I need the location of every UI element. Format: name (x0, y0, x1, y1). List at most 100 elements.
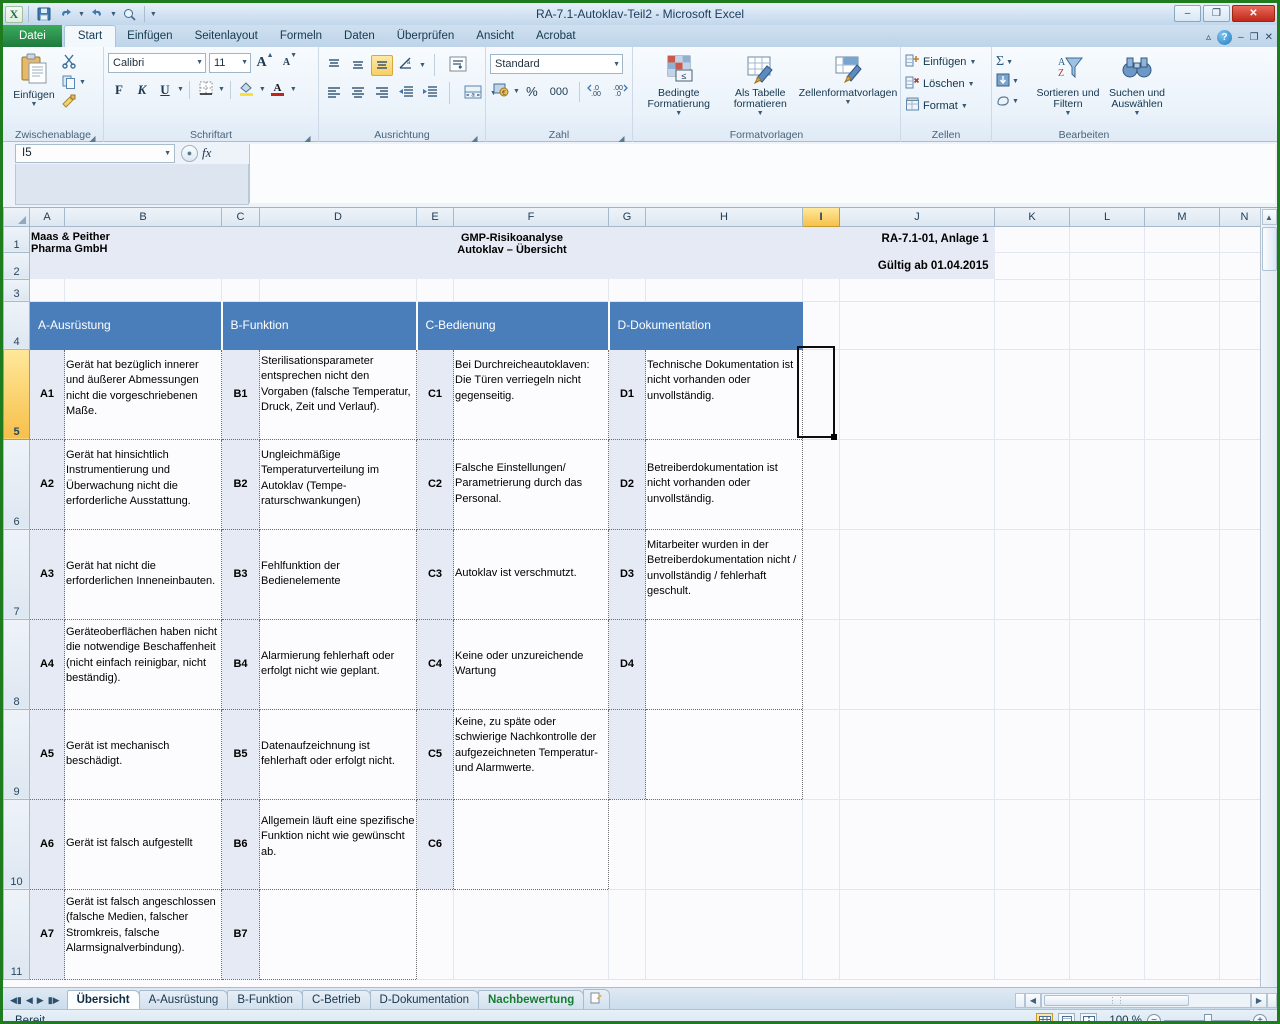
cell-B3[interactable] (65, 279, 222, 301)
cell-A8-code[interactable]: A4 (30, 619, 65, 709)
insert-cells-dropdown-icon[interactable]: ▼ (969, 59, 976, 66)
column-header-k[interactable]: K (995, 208, 1070, 226)
cell-F11[interactable] (454, 889, 609, 979)
align-center-button[interactable] (347, 83, 369, 104)
hscroll-end-handle[interactable] (1267, 993, 1277, 1008)
row-header-2[interactable]: 2 (4, 252, 30, 279)
sheet-tab-a-ausruestung[interactable]: A-Ausrüstung (139, 990, 229, 1009)
cell-F3[interactable] (454, 279, 609, 301)
increase-decimal-button[interactable]: .0.00 (585, 81, 607, 102)
underline-dropdown-icon[interactable]: ▼ (177, 86, 184, 93)
cell-L7[interactable] (1070, 529, 1145, 619)
cell-L1[interactable] (1070, 226, 1145, 252)
cell-L5[interactable] (1070, 349, 1145, 439)
column-header-h[interactable]: H (646, 208, 803, 226)
copy-dropdown-icon[interactable]: ▼ (79, 79, 86, 86)
row-header-1[interactable]: 1 (4, 226, 30, 252)
cell-H8-text[interactable] (646, 619, 803, 709)
cell-E11[interactable] (417, 889, 454, 979)
cell-G10[interactable] (609, 799, 646, 889)
cell-A5-code[interactable]: A1 (30, 349, 65, 439)
clear-dropdown-icon[interactable]: ▼ (1012, 98, 1019, 105)
cell-L10[interactable] (1070, 799, 1145, 889)
font-name-dropdown-icon[interactable]: ▼ (196, 59, 203, 66)
sort-filter-button[interactable]: AZ Sortieren und Filtern ▼ (1034, 52, 1102, 117)
help-icon[interactable]: ? (1217, 30, 1232, 45)
hscroll-right-button[interactable]: ▶ (1251, 993, 1267, 1008)
scroll-up-button[interactable]: ▲ (1262, 209, 1277, 225)
minimize-ribbon-icon[interactable]: ▵ (1206, 32, 1211, 43)
cell-K6[interactable] (995, 439, 1070, 529)
workbook-restore-icon[interactable]: ❐ (1250, 32, 1259, 43)
cell-L2[interactable] (1070, 252, 1145, 279)
cell-B7-text[interactable]: Gerät hat nicht die erforderlichen Innen… (65, 529, 222, 619)
row-header-3[interactable]: 3 (4, 279, 30, 301)
redo-icon[interactable] (88, 5, 107, 24)
cell-G6-code[interactable]: D2 (609, 439, 646, 529)
number-format-select[interactable]: Standard ▼ (490, 54, 623, 74)
cell-B5-text[interactable]: Gerät hat bezüglich innerer und äußerer … (65, 349, 222, 439)
zoom-out-button[interactable]: − (1147, 1014, 1161, 1024)
cell-E7-code[interactable]: C3 (417, 529, 454, 619)
cell-M9[interactable] (1145, 709, 1220, 799)
column-header-m[interactable]: M (1145, 208, 1220, 226)
alignment-dialog-launcher-icon[interactable]: ◢ (470, 132, 479, 141)
cell-H6-text[interactable]: Betreiberdokumentation ist nicht vorhand… (646, 439, 803, 529)
cell-B11-text[interactable]: Gerät ist falsch angeschlossen (falsche … (65, 889, 222, 979)
cell-I6[interactable] (803, 439, 840, 529)
ribbon-tab-ansicht[interactable]: Ansicht (465, 26, 525, 47)
font-color-button[interactable]: A (267, 79, 289, 100)
font-size-dropdown-icon[interactable]: ▼ (241, 59, 248, 66)
column-header-e[interactable]: E (417, 208, 454, 226)
row-header-8[interactable]: 8 (4, 619, 30, 709)
save-icon[interactable] (34, 5, 53, 24)
cell-styles-dropdown-icon[interactable]: ▼ (845, 99, 852, 106)
category-header-c[interactable]: C-Bedienung (417, 301, 609, 349)
cell-E3[interactable] (417, 279, 454, 301)
cell-F6-text[interactable]: Falsche Einstellungen/ Parametrierung du… (454, 439, 609, 529)
formula-input[interactable] (249, 144, 1275, 203)
normal-view-icon[interactable] (1036, 1013, 1053, 1024)
cell-D11-text[interactable] (260, 889, 417, 979)
format-as-table-dropdown-icon[interactable]: ▼ (757, 110, 764, 117)
currency-button[interactable]: € (490, 81, 512, 102)
cell-I9[interactable] (803, 709, 840, 799)
hscroll-left-button[interactable]: ◀ (1025, 993, 1041, 1008)
cell-K8[interactable] (995, 619, 1070, 709)
number-format-dropdown-icon[interactable]: ▼ (613, 61, 620, 68)
cell-F7-text[interactable]: Autoklav ist verschmutzt. (454, 529, 609, 619)
align-middle-button[interactable] (347, 55, 369, 76)
font-size-input[interactable]: 11 ▼ (209, 53, 251, 73)
cell-G11[interactable] (609, 889, 646, 979)
cell-J9[interactable] (840, 709, 995, 799)
cell-K5[interactable] (995, 349, 1070, 439)
merge-center-button[interactable]: a (458, 83, 488, 104)
cell-A6-code[interactable]: A2 (30, 439, 65, 529)
cell-D9-text[interactable]: Datenaufzeichnung ist fehlerhaft oder er… (260, 709, 417, 799)
cell-I7[interactable] (803, 529, 840, 619)
hscroll-track[interactable]: ⋮⋮ (1041, 993, 1251, 1008)
row-header-4[interactable]: 4 (4, 301, 30, 349)
cell-C6-code[interactable]: B2 (222, 439, 260, 529)
bold-button[interactable]: F (108, 79, 130, 100)
cell-L8[interactable] (1070, 619, 1145, 709)
cell-I10[interactable] (803, 799, 840, 889)
page-layout-icon[interactable] (1058, 1013, 1075, 1024)
ribbon-tab-formeln[interactable]: Formeln (269, 26, 333, 47)
cell-C10-code[interactable]: B6 (222, 799, 260, 889)
first-sheet-icon[interactable]: ◀▮ (10, 995, 22, 1006)
ribbon-tab-acrobat[interactable]: Acrobat (525, 26, 587, 47)
row-header-11[interactable]: 11 (4, 889, 30, 979)
cell-styles-button[interactable]: Zellenformatvorlagen ▼ (800, 52, 896, 106)
sheet-tab-d-dokumentation[interactable]: D-Dokumentation (370, 990, 479, 1009)
print-preview-icon[interactable] (120, 5, 139, 24)
sheet-tab-uebersicht[interactable]: Übersicht (67, 990, 140, 1009)
zoom-thumb[interactable] (1204, 1014, 1212, 1024)
cell-E6-code[interactable]: C2 (417, 439, 454, 529)
cell-I4[interactable] (803, 301, 840, 349)
cell-E9-code[interactable]: C5 (417, 709, 454, 799)
autosum-button[interactable]: Σ ▼ (996, 54, 1034, 70)
cell-K11[interactable] (995, 889, 1070, 979)
cell-M1[interactable] (1145, 226, 1220, 252)
fill-button[interactable]: ▼ (996, 73, 1034, 90)
